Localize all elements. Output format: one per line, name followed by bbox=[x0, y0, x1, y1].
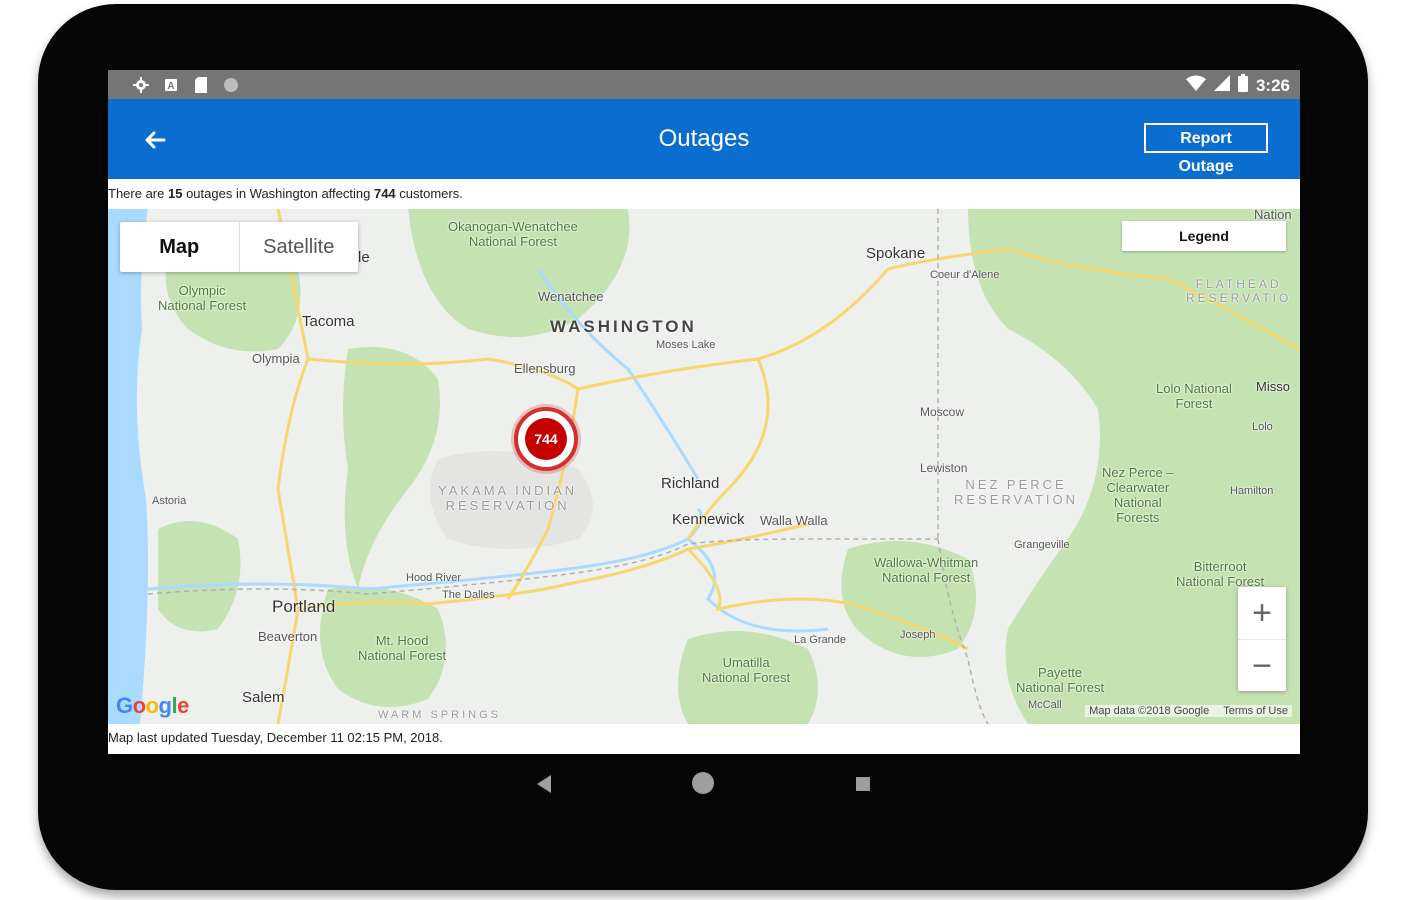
map-label-moses-lake: Moses Lake bbox=[656, 339, 716, 351]
map-label-lewiston: Lewiston bbox=[920, 461, 968, 475]
map-label-nez-perce-forest: Nez Perce – Clearwater National Forests bbox=[1102, 465, 1174, 525]
svg-text:Google: Google bbox=[116, 693, 189, 718]
map-label-wenatchee: Wenatchee bbox=[538, 289, 604, 304]
outage-marker-count: 744 bbox=[525, 418, 567, 460]
map-label-spokane: Spokane bbox=[866, 245, 926, 262]
status-right: 3:26 bbox=[1185, 74, 1290, 97]
map-label-olympia: Olympia bbox=[252, 351, 300, 366]
map-attribution: Map data ©2018 Google Terms of Use bbox=[1085, 705, 1292, 717]
svg-text:A: A bbox=[167, 81, 174, 92]
map-label-salem: Salem bbox=[242, 689, 285, 706]
map-label-grangeville: Grangeville bbox=[1014, 539, 1070, 551]
map-view-button[interactable]: Map bbox=[120, 222, 240, 272]
status-left-icons: A bbox=[132, 76, 240, 94]
map-label-ellensburg: Ellensburg bbox=[514, 361, 576, 376]
outage-map[interactable]: WASHINGTON Spokane Tacoma Olympia Wenatc… bbox=[108, 209, 1300, 724]
map-label-portland: Portland bbox=[272, 597, 336, 616]
circle-icon bbox=[222, 76, 240, 94]
nav-recents-button[interactable] bbox=[856, 777, 870, 791]
app-bar: Outages Report Outage bbox=[108, 99, 1300, 179]
map-label-kennewick: Kennewick bbox=[672, 511, 745, 528]
map-label-nez-perce-reservation: NEZ PERCE RESERVATION bbox=[954, 477, 1079, 507]
map-label-hamilton: Hamilton bbox=[1230, 485, 1274, 497]
map-label-seattle-fragment: le bbox=[358, 249, 370, 266]
map-label-missoula: Misso bbox=[1256, 379, 1290, 394]
status-bar: A 3:26 bbox=[108, 70, 1300, 99]
map-label-mccall: McCall bbox=[1028, 699, 1062, 711]
map-label-washington: WASHINGTON bbox=[550, 317, 697, 336]
map-label-tacoma: Tacoma bbox=[302, 313, 355, 330]
map-data-text: Map data ©2018 Google bbox=[1089, 705, 1210, 717]
map-label-lolo-forest: Lolo National Forest bbox=[1156, 381, 1232, 411]
map-label-la-grande: La Grande bbox=[794, 634, 846, 646]
outage-summary: There are 15 outages in Washington affec… bbox=[108, 186, 463, 201]
app-screen: A 3:26 Outages Report Outage There are 1… bbox=[108, 70, 1300, 754]
signal-icon bbox=[1213, 75, 1230, 96]
map-label-coeur-dalene: Coeur d'Alene bbox=[930, 269, 1000, 281]
zoom-in-button[interactable]: + bbox=[1238, 587, 1286, 640]
nav-back-button[interactable] bbox=[537, 775, 551, 793]
notification-icon: A bbox=[162, 76, 180, 94]
google-wordmark: Google bbox=[116, 693, 190, 718]
status-time: 3:26 bbox=[1255, 75, 1290, 95]
satellite-view-button[interactable]: Satellite bbox=[240, 222, 359, 272]
google-logo: Google bbox=[116, 693, 196, 724]
map-label-the-dalles: The Dalles bbox=[442, 589, 495, 601]
summary-suffix: customers. bbox=[395, 186, 463, 201]
map-label-umatilla-forest: Umatilla National Forest bbox=[702, 655, 791, 685]
legend-button[interactable]: Legend bbox=[1122, 221, 1286, 251]
wifi-icon bbox=[1185, 75, 1206, 96]
zoom-control: + − bbox=[1238, 587, 1286, 691]
summary-mid: outages in Washington affecting bbox=[182, 186, 374, 201]
map-label-mt-hood-forest: Mt. Hood National Forest bbox=[358, 633, 447, 663]
map-label-richland: Richland bbox=[661, 475, 720, 492]
terms-of-use-link[interactable]: Terms of Use bbox=[1223, 705, 1288, 717]
last-updated-text: Map last updated Tuesday, December 11 02… bbox=[108, 730, 443, 745]
sd-card-icon bbox=[192, 76, 210, 94]
battery-icon bbox=[1237, 74, 1248, 97]
outage-marker[interactable]: 744 bbox=[514, 407, 578, 471]
gear-icon bbox=[132, 76, 150, 94]
map-label-flathead-reservation: FLATHEAD RESERVATIO bbox=[1186, 277, 1292, 305]
map-label-lolo: Lolo bbox=[1252, 421, 1273, 433]
zoom-out-button[interactable]: − bbox=[1238, 640, 1286, 692]
map-label-yakama-reservation: YAKAMA INDIAN RESERVATION bbox=[438, 483, 578, 513]
map-label-olympic-forest: Olympic National Forest bbox=[158, 283, 247, 313]
summary-prefix: There are bbox=[108, 186, 168, 201]
map-type-control: Map Satellite bbox=[120, 222, 358, 272]
nav-home-button[interactable] bbox=[692, 772, 714, 794]
map-label-moscow: Moscow bbox=[920, 405, 965, 419]
map-label-joseph: Joseph bbox=[900, 629, 936, 641]
customer-count: 744 bbox=[373, 186, 396, 201]
map-label-bitterroot-forest: Bitterroot National Forest bbox=[1176, 559, 1265, 589]
map-label-payette-forest: Payette National Forest bbox=[1016, 665, 1105, 695]
page-title: Outages bbox=[658, 125, 750, 152]
map-label-okanogan-forest: Okanogan-Wenatchee National Forest bbox=[448, 219, 578, 249]
map-label-beaverton: Beaverton bbox=[258, 629, 318, 644]
map-label-astoria: Astoria bbox=[152, 495, 187, 507]
map-label-hood-river: Hood River bbox=[406, 572, 462, 584]
map-label-walla-walla: Walla Walla bbox=[760, 513, 828, 528]
outage-count: 15 bbox=[167, 186, 183, 201]
report-outage-button[interactable]: Report Outage bbox=[1144, 123, 1268, 175]
map-label-warm-springs: WARM SPRINGS bbox=[378, 709, 501, 721]
map-label-wallowa-forest: Wallowa-Whitman National Forest bbox=[874, 555, 979, 585]
